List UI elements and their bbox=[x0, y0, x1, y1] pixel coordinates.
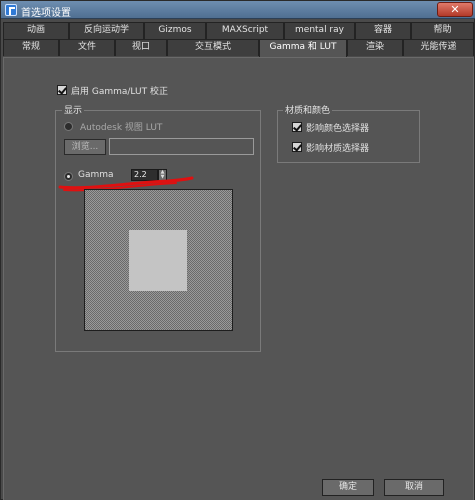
browse-button[interactable]: 浏览... bbox=[64, 139, 106, 155]
tab-gizmos[interactable]: Gizmos bbox=[144, 22, 206, 39]
tab-viewports[interactable]: 视口 bbox=[115, 39, 167, 56]
affect-material-selector-checkbox[interactable] bbox=[292, 142, 302, 152]
cancel-button[interactable]: 取消 bbox=[384, 479, 444, 496]
enable-gamma-checkbox[interactable] bbox=[57, 85, 67, 95]
tab-gamma-lut[interactable]: Gamma 和 LUT bbox=[259, 39, 347, 58]
autodesk-lut-radio[interactable] bbox=[64, 122, 73, 131]
tab-general[interactable]: 常规 bbox=[3, 39, 59, 56]
tab-rendering[interactable]: 渲染 bbox=[347, 39, 403, 56]
title-bar[interactable]: 首选项设置 ✕ bbox=[1, 1, 475, 19]
tab-radiosity[interactable]: 光能传递 bbox=[403, 39, 474, 56]
material-group-title: 材质和颜色 bbox=[283, 103, 333, 116]
tab-help[interactable]: 帮助 bbox=[411, 22, 474, 39]
autodesk-lut-label: Autodesk 视图 LUT bbox=[80, 123, 163, 133]
tab-interaction-mode[interactable]: 交互模式 bbox=[167, 39, 259, 56]
tab-row-1: 动画 反向运动学 Gizmos MAXScript mental ray 容器 … bbox=[3, 22, 474, 39]
tab-files[interactable]: 文件 bbox=[59, 39, 115, 56]
tab-maxscript[interactable]: MAXScript bbox=[206, 22, 284, 39]
gamma-lut-panel: 启用 Gamma/LUT 校正 显示 Autodesk 视图 LUT 浏览...… bbox=[3, 57, 474, 500]
affect-color-selector-label: 影响颜色选择器 bbox=[306, 124, 370, 134]
app-icon bbox=[5, 4, 17, 16]
tab-mental-ray[interactable]: mental ray bbox=[284, 22, 355, 39]
enable-gamma-label: 启用 Gamma/LUT 校正 bbox=[71, 87, 168, 97]
tab-containers[interactable]: 容器 bbox=[355, 22, 411, 39]
tab-row-2: 常规 文件 视口 交互模式 Gamma 和 LUT 渲染 光能传递 bbox=[3, 39, 474, 58]
gamma-preview-swatch bbox=[84, 189, 233, 331]
material-color-group bbox=[277, 110, 420, 163]
close-button[interactable]: ✕ bbox=[437, 2, 473, 17]
tab-animation[interactable]: 动画 bbox=[3, 22, 69, 39]
display-group-title: 显示 bbox=[62, 103, 85, 116]
tab-inverse-kinematics[interactable]: 反向运动学 bbox=[69, 22, 144, 39]
gamma-preview-inner bbox=[129, 230, 187, 291]
window-title: 首选项设置 bbox=[21, 8, 71, 19]
lut-path-field[interactable] bbox=[109, 138, 254, 155]
affect-material-selector-label: 影响材质选择器 bbox=[306, 144, 370, 154]
affect-color-selector-checkbox[interactable] bbox=[292, 122, 302, 132]
preferences-window: 首选项设置 ✕ 动画 反向运动学 Gizmos MAXScript mental… bbox=[0, 0, 475, 500]
ok-button[interactable]: 确定 bbox=[322, 479, 374, 496]
